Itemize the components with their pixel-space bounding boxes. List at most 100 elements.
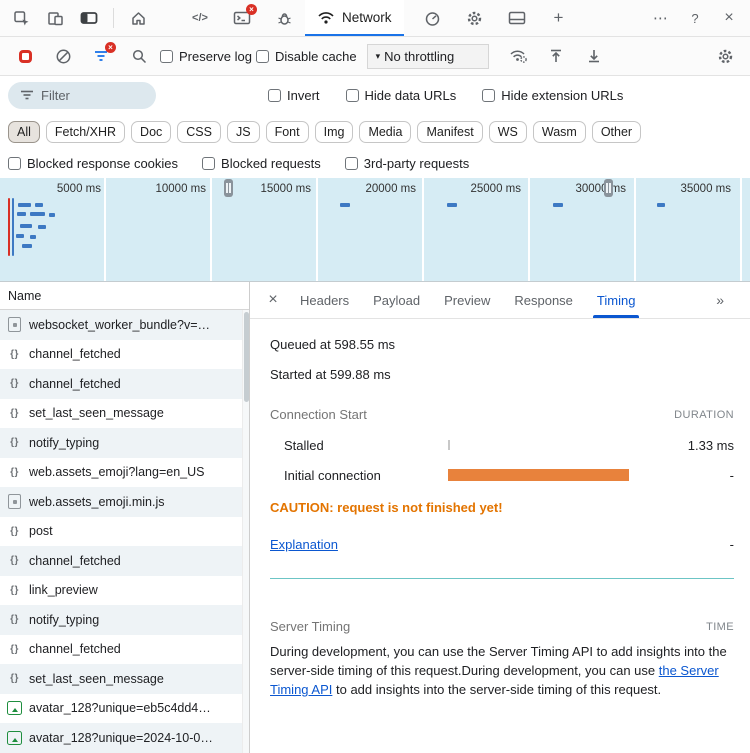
type-filter-js[interactable]: JS <box>226 120 260 143</box>
request-activity-mark <box>20 224 32 228</box>
close-details-icon[interactable]: × <box>258 285 288 315</box>
import-har-icon[interactable] <box>541 41 571 71</box>
performance-gauge-icon[interactable] <box>418 3 448 33</box>
preserve-log-checkbox[interactable]: Preserve log <box>160 49 252 64</box>
checkbox-icon[interactable] <box>255 49 269 63</box>
toolbar-divider <box>113 8 114 28</box>
checkbox-icon[interactable] <box>344 157 358 170</box>
timing-value: - <box>729 467 734 483</box>
scrollbar-thumb[interactable] <box>244 312 249 402</box>
disable-cache-checkbox[interactable]: Disable cache <box>255 49 357 64</box>
throttling-select[interactable]: ▾ No throttling <box>366 43 490 69</box>
invert-label: Invert <box>287 87 320 103</box>
checkbox-icon[interactable] <box>202 157 216 170</box>
type-filter-css[interactable]: CSS <box>177 120 221 143</box>
details-tabs: × Headers Payload Preview Response Timing » <box>250 282 750 319</box>
timeline-time-label: 10000 ms <box>155 183 206 195</box>
type-filter-font[interactable]: Font <box>265 120 309 143</box>
explanation-row: Explanation - <box>270 537 734 552</box>
console-icon[interactable]: × <box>227 3 257 33</box>
fetch-xhr-icon <box>7 347 22 362</box>
request-row[interactable]: avatar_128?unique=2024-10-0… <box>0 723 249 753</box>
export-har-icon[interactable] <box>579 41 609 71</box>
checkbox-icon[interactable] <box>482 88 496 102</box>
explanation-link[interactable]: Explanation <box>270 537 338 552</box>
blocked-requests-checkbox[interactable]: Blocked requests <box>202 156 321 171</box>
elements-code-icon[interactable]: </> <box>185 3 215 33</box>
checkbox-icon[interactable] <box>268 88 281 102</box>
tab-timing[interactable]: Timing <box>585 282 648 318</box>
clear-network-log-icon[interactable] <box>48 41 78 71</box>
request-row[interactable]: channel_fetched <box>0 369 249 399</box>
search-icon[interactable] <box>124 41 154 71</box>
close-devtools-icon[interactable]: × <box>714 3 744 33</box>
request-row[interactable]: set_last_seen_message <box>0 664 249 694</box>
request-row[interactable]: web.assets_emoji?lang=en_US <box>0 458 249 488</box>
section-divider <box>270 578 734 579</box>
type-filter-img[interactable]: Img <box>314 120 354 143</box>
request-row[interactable]: websocket_worker_bundle?v=… <box>0 310 249 340</box>
tab-headers[interactable]: Headers <box>288 282 361 318</box>
tab-payload[interactable]: Payload <box>361 282 432 318</box>
timeline-time-label: 5000 ms <box>56 183 101 195</box>
request-row[interactable]: web.assets_emoji.min.js <box>0 487 249 517</box>
request-row[interactable]: channel_fetched <box>0 635 249 665</box>
type-filter-fetch-xhr[interactable]: Fetch/XHR <box>45 120 126 143</box>
home-icon[interactable] <box>123 3 153 33</box>
focus-mode-icon[interactable] <box>74 3 104 33</box>
request-row[interactable]: set_last_seen_message <box>0 399 249 429</box>
type-filter-manifest[interactable]: Manifest <box>417 120 483 143</box>
filter-input[interactable] <box>41 87 137 103</box>
network-settings-gear-icon[interactable] <box>710 41 740 71</box>
type-filter-other[interactable]: Other <box>591 120 642 143</box>
hide-extension-urls-checkbox[interactable]: Hide extension URLs <box>482 88 623 103</box>
request-row[interactable]: channel_fetched <box>0 546 249 576</box>
throttling-value: No throttling <box>384 48 455 64</box>
tab-network[interactable]: Network <box>305 0 404 36</box>
device-emulation-icon[interactable] <box>40 3 70 33</box>
invert-checkbox[interactable]: Invert <box>268 88 320 103</box>
type-filter-all[interactable]: All <box>8 120 40 143</box>
request-row[interactable]: channel_fetched <box>0 340 249 370</box>
fetch-xhr-icon <box>7 642 22 657</box>
request-name: web.assets_emoji.min.js <box>29 494 165 509</box>
gear-icon[interactable] <box>460 3 490 33</box>
tab-response[interactable]: Response <box>502 282 585 318</box>
tab-preview[interactable]: Preview <box>432 282 502 318</box>
record-network-log-button[interactable] <box>10 41 40 71</box>
type-filter-doc[interactable]: Doc <box>131 120 172 143</box>
checkbox-icon[interactable] <box>345 88 359 102</box>
3rd-party-requests-checkbox[interactable]: 3rd-party requests <box>344 156 469 171</box>
overflow-chevrons-icon[interactable]: » <box>716 292 724 308</box>
timeline-overview[interactable]: 5000 ms 10000 ms 15000 ms 20000 ms 25000 ms 3… <box>0 178 750 282</box>
request-row[interactable]: notify_typing <box>0 605 249 635</box>
requests-scrollbar[interactable] <box>242 310 249 753</box>
checkbox-icon[interactable] <box>160 49 173 63</box>
checkbox-icon[interactable] <box>8 157 21 170</box>
request-row[interactable]: notify_typing <box>0 428 249 458</box>
server-timing-description: During development, you can use the Serv… <box>270 642 734 699</box>
timeline-handle-left[interactable] <box>224 179 233 197</box>
fetch-xhr-icon <box>7 553 22 568</box>
name-column-header[interactable]: Name <box>0 282 249 310</box>
layout-panel-icon[interactable] <box>502 3 532 33</box>
hide-data-urls-checkbox[interactable]: Hide data URLs <box>345 88 456 103</box>
issues-bug-icon[interactable] <box>269 3 299 33</box>
request-row[interactable]: avatar_128?unique=eb5c4dd4… <box>0 694 249 724</box>
request-row[interactable]: post <box>0 517 249 547</box>
request-activity-mark <box>30 235 36 239</box>
type-filter-wasm[interactable]: Wasm <box>532 120 586 143</box>
add-tab-icon[interactable]: + <box>544 3 574 33</box>
inspect-element-icon[interactable] <box>6 3 36 33</box>
more-options-icon[interactable]: ⋯ <box>646 3 676 33</box>
filter-toggle-icon[interactable]: × <box>86 41 116 71</box>
type-filter-media[interactable]: Media <box>359 120 412 143</box>
timeline-handle-right[interactable] <box>604 179 613 197</box>
request-row[interactable]: link_preview <box>0 576 249 606</box>
filter-input-wrapper[interactable] <box>8 81 156 109</box>
type-filter-ws[interactable]: WS <box>488 120 527 143</box>
blocked-response-cookies-checkbox[interactable]: Blocked response cookies <box>8 156 178 171</box>
help-icon[interactable]: ? <box>680 3 710 33</box>
network-conditions-icon[interactable] <box>503 41 533 71</box>
checkbox-label: Blocked requests <box>221 156 321 171</box>
